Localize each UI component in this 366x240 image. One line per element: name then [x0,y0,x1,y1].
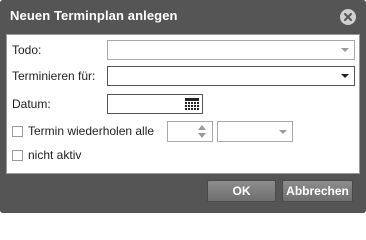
close-button[interactable] [340,9,356,25]
dialog-titlebar: Neuen Terminplan anlegen [0,0,366,34]
schedule-for-label: Terminieren für: [12,69,96,83]
calendar-icon[interactable] [185,98,199,111]
chevron-down-icon [279,130,287,134]
dialog-content: Todo: Terminieren für: Datum: Termin wie… [6,34,360,174]
spin-up-icon[interactable] [198,125,206,130]
date-label: Datum: [12,97,51,111]
todo-select[interactable] [107,40,355,60]
chevron-down-icon [341,74,349,78]
todo-label: Todo: [12,43,42,57]
repeat-label: Termin wiederholen alle [28,124,155,138]
dialog-footer: OK Abbrechen [0,174,366,213]
ok-button[interactable]: OK [207,180,276,202]
inactive-checkbox[interactable] [12,150,23,161]
new-schedule-dialog: Neuen Terminplan anlegen Todo: Terminier… [0,0,366,213]
repeat-unit-select[interactable] [217,121,293,142]
cancel-button[interactable]: Abbrechen [282,180,353,202]
spin-down-icon[interactable] [198,133,206,138]
chevron-down-icon [341,48,349,52]
dialog-title: Neuen Terminplan anlegen [10,8,178,23]
schedule-for-select[interactable] [107,66,355,86]
close-icon [344,13,352,21]
inactive-label: nicht aktiv [28,148,82,162]
repeat-checkbox[interactable] [12,126,23,137]
repeat-interval-spinner[interactable] [167,121,213,142]
date-input[interactable] [107,94,203,114]
